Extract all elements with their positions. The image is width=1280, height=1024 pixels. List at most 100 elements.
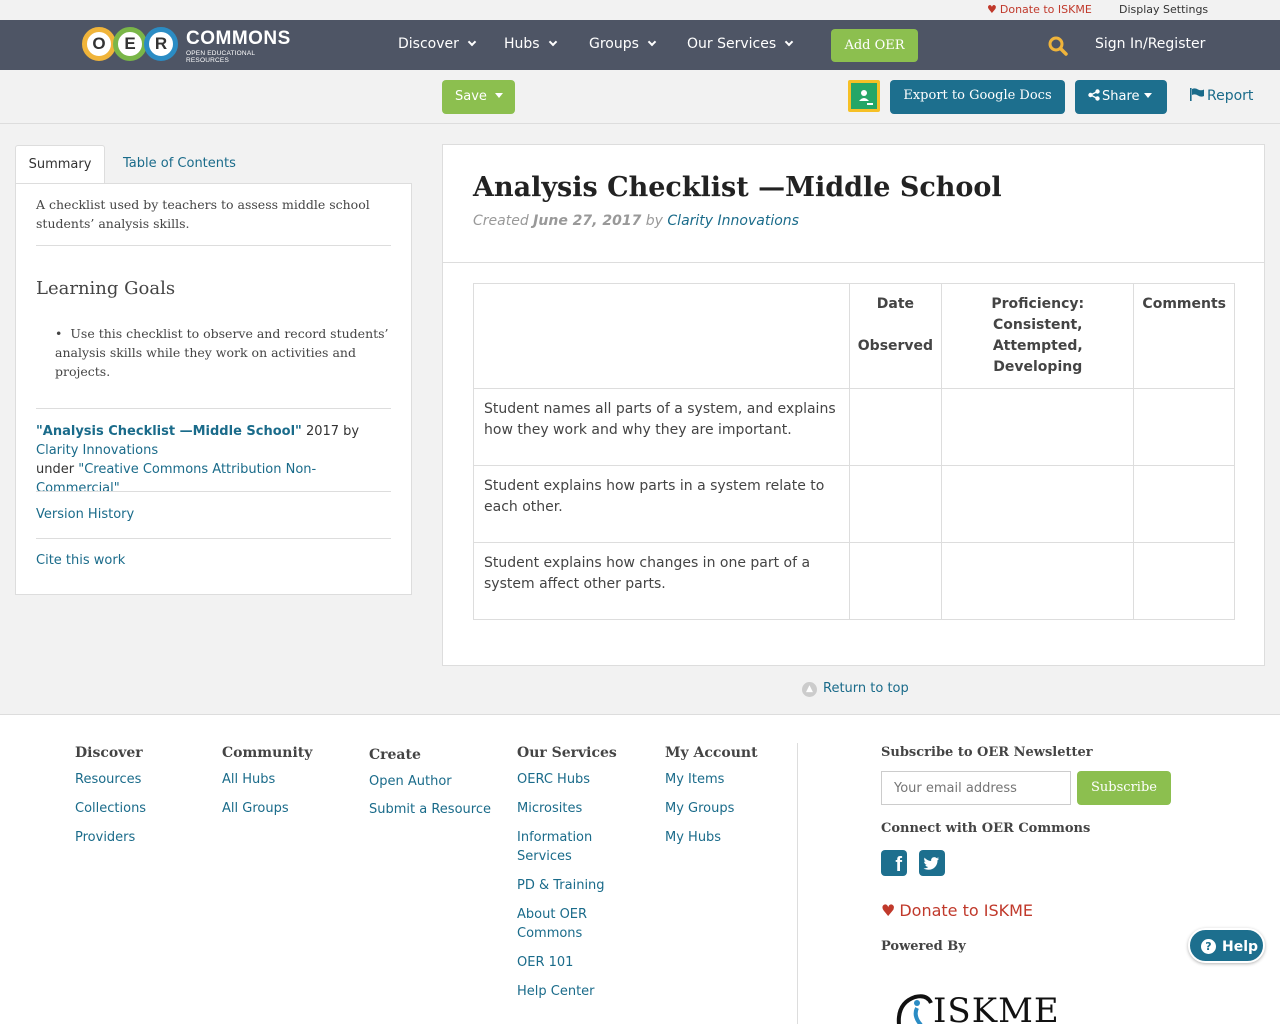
bullet-icon: • [55, 326, 63, 341]
chevron-down-icon [467, 37, 477, 47]
cite-this-work-link[interactable]: Cite this work [36, 553, 125, 568]
google-classroom-icon[interactable] [848, 80, 880, 112]
main-nav: O E R COMMONS OPEN EDUCATIONAL RESOURCES… [0, 20, 1280, 70]
heart-icon: ♥ [881, 901, 896, 920]
newsletter-email-input[interactable] [881, 771, 1071, 805]
table-cell [1133, 542, 1235, 620]
logo-letter-e: E [113, 27, 147, 61]
footer-heading: Create [369, 747, 421, 763]
table-header-cell: Date Observed [848, 283, 943, 389]
footer-link-my-items[interactable]: My Items [665, 770, 758, 789]
question-icon: ? [1201, 939, 1216, 954]
chevron-down-icon [548, 37, 557, 47]
footer-column-my-account: My Account My Items My Groups My Hubs [665, 745, 758, 857]
footer-link-information-services[interactable]: Information Services [517, 828, 617, 866]
footer-link-providers[interactable]: Providers [75, 828, 146, 847]
attribution-title-link[interactable]: "Analysis Checklist —Middle School" [36, 424, 302, 439]
export-google-docs-button[interactable]: Export to Google Docs [890, 80, 1065, 114]
footer-link-my-hubs[interactable]: My Hubs [665, 828, 758, 847]
nav-discover[interactable]: Discover [398, 36, 477, 52]
connect-heading: Connect with OER Commons [881, 821, 1091, 836]
help-button[interactable]: ? Help [1188, 928, 1265, 963]
footer-link-my-groups[interactable]: My Groups [665, 799, 758, 818]
divider [36, 408, 391, 409]
footer-link-open-author[interactable]: Open Author [369, 772, 491, 791]
footer-link-resources[interactable]: Resources [75, 770, 146, 789]
flag-icon [1190, 88, 1204, 101]
table-cell [1133, 465, 1235, 543]
footer-column-our-services: Our Services OERC Hubs Microsites Inform… [517, 745, 617, 1011]
save-button[interactable]: Save [442, 80, 515, 114]
resource-description: A checklist used by teachers to assess m… [36, 197, 370, 231]
resource-action-bar: Save Export to Google Docs Share Report [0, 70, 1280, 124]
table-header-cell [473, 283, 850, 389]
resource-created-line: Created June 27, 2017 by Clarity Innovat… [473, 213, 799, 229]
chevron-up-icon: ▲ [802, 682, 817, 697]
table-header-cell: Proficiency: Consistent, Attempted, Deve… [941, 283, 1135, 389]
subscribe-button[interactable]: Subscribe [1077, 771, 1171, 805]
display-settings-link[interactable]: Display Settings [1119, 3, 1208, 16]
footer-heading: Community [222, 745, 313, 761]
resource-title: Analysis Checklist —Middle School [473, 172, 1002, 203]
footer-link-about[interactable]: About OER Commons [517, 905, 617, 943]
divider [36, 491, 391, 492]
footer-donate-link[interactable]: ♥ Donate to ISKME [881, 901, 1033, 920]
divider [443, 262, 1264, 263]
heart-icon: ♥ [987, 3, 997, 16]
logo-letter-o: O [82, 27, 116, 61]
share-icon [1088, 89, 1100, 101]
site-footer: Discover Resources Collections Providers… [0, 714, 1280, 1024]
footer-link-help-center[interactable]: Help Center [517, 982, 617, 1001]
footer-link-oerc-hubs[interactable]: OERC Hubs [517, 770, 617, 789]
attribution-author-link[interactable]: Clarity Innovations [36, 443, 158, 458]
footer-link-all-hubs[interactable]: All Hubs [222, 770, 312, 789]
tab-summary[interactable]: Summary [15, 145, 105, 184]
table-cell: Student names all parts of a system, and… [473, 388, 850, 466]
logo-tagline: OPEN EDUCATIONAL RESOURCES [186, 50, 255, 64]
logo-wordmark: COMMONS [186, 28, 291, 49]
nav-hubs[interactable]: Hubs [504, 36, 557, 52]
utility-bar: ♥ Donate to ISKME Display Settings [0, 0, 1280, 20]
footer-link-submit-resource[interactable]: Submit a Resource [369, 800, 491, 819]
analysis-checklist-table: Date Observed Proficiency: Consistent, A… [473, 283, 1235, 620]
footer-heading: My Account [665, 745, 758, 761]
table-cell [941, 542, 1135, 620]
table-cell [941, 465, 1135, 543]
table-cell [848, 388, 943, 466]
report-link[interactable]: Report [1190, 88, 1253, 104]
search-icon[interactable] [1048, 36, 1068, 56]
created-date: June 27, 2017 [533, 213, 642, 229]
table-header-row: Date Observed Proficiency: Consistent, A… [473, 283, 1235, 389]
powered-by-label: Powered By [881, 939, 966, 954]
footer-link-microsites[interactable]: Microsites [517, 799, 617, 818]
author-link[interactable]: Clarity Innovations [667, 213, 799, 229]
nav-groups[interactable]: Groups [589, 36, 657, 52]
tab-table-of-contents[interactable]: Table of Contents [123, 145, 236, 184]
attribution: "Analysis Checklist —Middle School" 2017… [36, 424, 360, 496]
iskme-logo[interactable]: ISKME [893, 981, 1093, 1024]
sidebar-tabs: Summary Table of Contents [15, 145, 412, 184]
table-cell [1133, 388, 1235, 466]
nav-our-services[interactable]: Our Services [687, 36, 794, 52]
oer-commons-logo[interactable]: O E R COMMONS OPEN EDUCATIONAL RESOURCES [82, 26, 290, 64]
footer-divider [797, 743, 798, 1024]
footer-link-all-groups[interactable]: All Groups [222, 799, 312, 818]
footer-link-oer-101[interactable]: OER 101 [517, 953, 617, 972]
footer-link-pd-training[interactable]: PD & Training [517, 876, 617, 895]
twitter-icon[interactable] [919, 850, 945, 876]
sign-in-register-link[interactable]: Sign In/Register [1095, 36, 1205, 52]
table-row: Student explains how changes in one part… [473, 542, 1235, 620]
add-oer-button[interactable]: Add OER [831, 29, 918, 62]
donate-link[interactable]: ♥ Donate to ISKME [987, 3, 1092, 16]
table-cell: Student explains how changes in one part… [473, 542, 850, 620]
summary-panel: A checklist used by teachers to assess m… [15, 183, 412, 595]
version-history-link[interactable]: Version History [36, 507, 134, 522]
footer-link-collections[interactable]: Collections [75, 799, 146, 818]
iskme-figure-icon [896, 994, 933, 1024]
caret-down-icon [1143, 93, 1152, 98]
return-to-top-link[interactable]: ▲ Return to top [802, 681, 909, 697]
facebook-icon[interactable]: f [881, 850, 907, 876]
footer-column-community: Community All Hubs All Groups [222, 745, 312, 828]
resource-content: Analysis Checklist —Middle School Create… [442, 144, 1265, 666]
share-button[interactable]: Share [1075, 80, 1167, 114]
